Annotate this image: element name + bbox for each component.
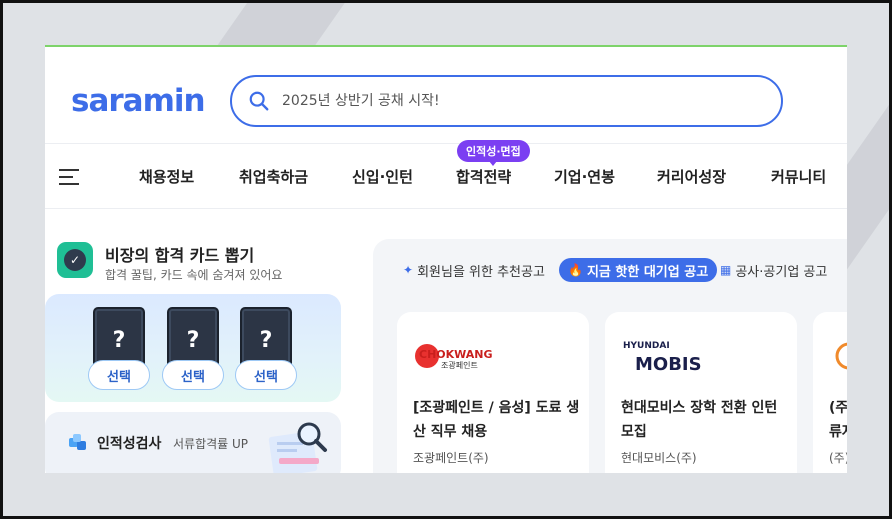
svg-text:HYUNDAI: HYUNDAI xyxy=(623,341,670,351)
select-card-button[interactable]: 선택 xyxy=(88,360,150,390)
job-title[interactable]: [조광페인트 / 음성] 도료 생산 직무 채용 xyxy=(413,396,583,444)
menu-icon[interactable] xyxy=(59,169,79,185)
job-company: 현대모비스(주) xyxy=(621,451,697,465)
nav-item-company-salary[interactable]: 기업·연봉 xyxy=(554,166,615,187)
job-card[interactable]: HYUNDAI MOBIS 현대모비스 장학 전환 인턴 모집 현대모비스(주) xyxy=(605,312,797,473)
sparkle-icon: ✦ xyxy=(403,263,414,277)
tab-label: 지금 핫한 대기업 공고 xyxy=(586,264,709,280)
svg-text:조광페인트: 조광페인트 xyxy=(441,360,478,370)
job-company: 조광페인트(주) xyxy=(413,451,489,465)
nav-item-community[interactable]: 커뮤니티 xyxy=(771,166,826,187)
job-company: (주) xyxy=(829,451,847,465)
card-game-subtitle: 합격 꿀팁, 카드 속에 숨겨져 있어요 xyxy=(105,268,283,282)
job-title[interactable]: 현대모비스 장학 전환 인턴 모집 xyxy=(621,396,791,444)
svg-text:CHOKWANG: CHOKWANG xyxy=(419,348,493,361)
card-game-box: ? ? ? 선택 선택 선택 xyxy=(45,294,341,402)
hyundai-mobis-logo: HYUNDAI MOBIS xyxy=(623,341,702,375)
nav-item-bonus[interactable]: 취업축하금 xyxy=(239,166,308,187)
browser-viewport: saramin 채용정보 취업축하금 신입·인턴 인적성·면접 합격전략 기업·… xyxy=(45,45,847,473)
tab-recommended[interactable]: ✦ 회원님을 위한 추천공고 xyxy=(403,258,545,282)
search-bar[interactable] xyxy=(230,75,783,127)
tab-label: 공사·공기업 공고 xyxy=(735,264,828,280)
nav-item-career[interactable]: 커리어성장 xyxy=(657,166,726,187)
aptitude-title: 인적성검사 xyxy=(97,436,162,452)
select-card-button[interactable]: 선택 xyxy=(162,360,224,390)
job-card[interactable]: CHOKWANG 조광페인트 [조광페인트 / 음성] 도료 생산 직무 채용 … xyxy=(397,312,589,473)
chokwang-logo: CHOKWANG 조광페인트 xyxy=(415,344,493,370)
aptitude-subtitle: 서류합격률 UP xyxy=(173,437,249,451)
puzzle-icon xyxy=(69,434,86,450)
top-accent-line xyxy=(45,45,847,47)
job-title[interactable]: (주 류자 xyxy=(829,396,847,444)
search-input[interactable] xyxy=(282,93,742,109)
tab-hot-large-company[interactable]: 🔥 지금 핫한 대기업 공고 xyxy=(559,258,718,282)
aptitude-test-banner[interactable]: 인적성검사 서류합격률 UP xyxy=(45,412,341,473)
tab-label: 회원님을 위한 추천공고 xyxy=(417,264,545,280)
document-magnifier-icon xyxy=(268,422,327,473)
svg-text:MOBIS: MOBIS xyxy=(635,354,702,375)
fire-icon: 🔥 xyxy=(568,263,583,277)
building-icon: ▦ xyxy=(720,263,732,277)
card-game-title[interactable]: 비장의 합격 카드 뽑기 xyxy=(105,242,254,266)
saramin-logo[interactable]: saramin xyxy=(71,83,206,119)
recommended-jobs-panel: ✦ 회원님을 위한 추천공고 🔥 지금 핫한 대기업 공고 ▦ 공사·공기업 공… xyxy=(373,239,847,473)
nav-item-newcomer[interactable]: 신입·인턴 xyxy=(352,166,413,187)
tab-public-company[interactable]: ▦ 공사·공기업 공고 xyxy=(720,258,827,282)
badge-check-icon: ✓ xyxy=(57,242,93,278)
main-nav: 채용정보 취업축하금 신입·인턴 인적성·면접 합격전략 기업·연봉 커리어성장… xyxy=(45,140,847,209)
company-logo xyxy=(835,342,847,370)
select-card-button[interactable]: 선택 xyxy=(235,360,297,390)
job-card[interactable]: (주 류자 (주) xyxy=(813,312,847,473)
search-icon[interactable] xyxy=(248,90,270,112)
nav-item-strategy[interactable]: 합격전략 xyxy=(456,166,511,187)
nav-badge-interview: 인적성·면접 xyxy=(457,140,530,166)
nav-item-jobs[interactable]: 채용정보 xyxy=(139,166,194,187)
